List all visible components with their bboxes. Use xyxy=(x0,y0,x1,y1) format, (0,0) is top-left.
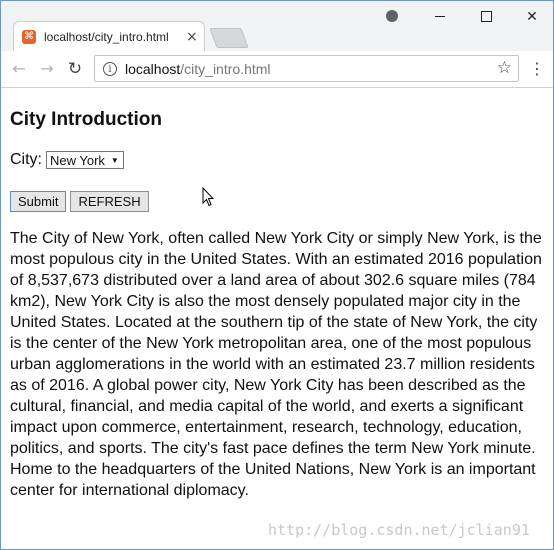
tab-strip: ⌘ localhost/city_intro.html × ✕ xyxy=(1,1,553,51)
reload-icon[interactable]: ↻ xyxy=(65,59,85,79)
url-text: localhost/city_intro.html xyxy=(125,60,271,77)
maximize-icon[interactable] xyxy=(471,7,501,27)
city-row: City: New York ▼ xyxy=(10,151,548,169)
page-title: City Introduction xyxy=(10,109,162,130)
chevron-down-icon: ▼ xyxy=(110,155,119,165)
new-tab-button[interactable] xyxy=(209,28,249,48)
city-select[interactable]: New York ▼ xyxy=(46,151,124,169)
browser-window: ⌘ localhost/city_intro.html × ✕ ← → ↻ i … xyxy=(0,0,554,550)
minimize-icon[interactable] xyxy=(425,7,455,27)
page-content: City Introduction City: New York ▼ Submi… xyxy=(10,97,548,501)
submit-button[interactable]: Submit xyxy=(10,191,67,212)
forward-icon[interactable]: → xyxy=(37,59,57,79)
favicon-icon: ⌘ xyxy=(22,29,36,44)
address-bar[interactable]: i localhost/city_intro.html ☆ xyxy=(94,55,519,82)
city-label: City: xyxy=(10,151,42,168)
close-window-icon[interactable]: ✕ xyxy=(517,7,547,27)
button-row: Submit REFRESH xyxy=(10,191,548,212)
tab-title: localhost/city_intro.html xyxy=(44,29,169,44)
toolbar: ← → ↻ i localhost/city_intro.html ☆ ⋮ xyxy=(1,51,553,88)
watermark: http://blog.csdn.net/jclian91 xyxy=(268,521,530,539)
tab-city-intro[interactable]: ⌘ localhost/city_intro.html × xyxy=(13,21,205,51)
refresh-button[interactable]: REFRESH xyxy=(70,191,149,212)
city-description: The City of New York, often called New Y… xyxy=(10,230,542,499)
info-icon[interactable]: i xyxy=(103,61,117,76)
cursor-icon xyxy=(202,187,214,207)
profile-icon[interactable] xyxy=(377,7,407,27)
back-icon[interactable]: ← xyxy=(9,59,29,79)
close-tab-icon[interactable]: × xyxy=(186,29,198,45)
star-icon[interactable]: ☆ xyxy=(497,58,512,78)
menu-icon[interactable]: ⋮ xyxy=(529,59,545,79)
city-select-value: New York xyxy=(50,152,105,168)
